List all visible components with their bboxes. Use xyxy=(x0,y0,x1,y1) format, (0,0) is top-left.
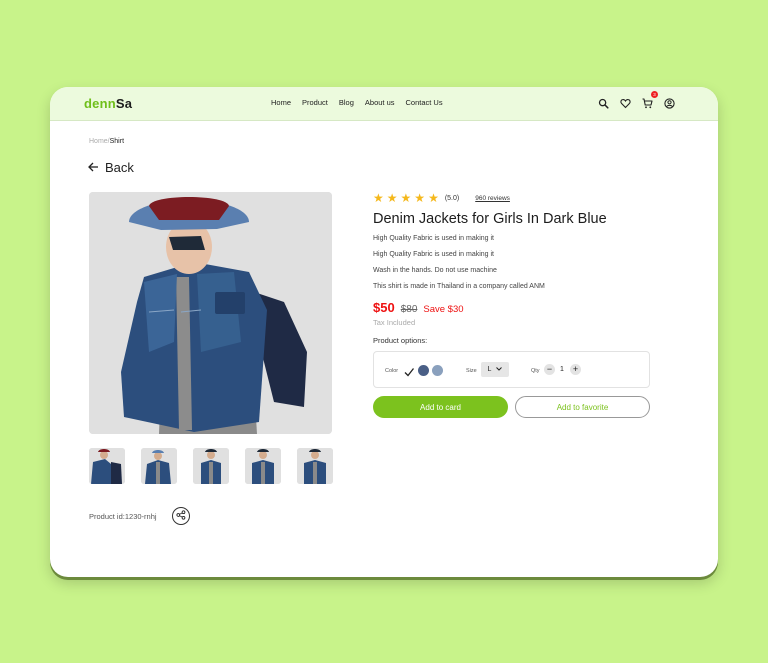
color-label: Color xyxy=(385,368,399,374)
rating-value: (5.0) xyxy=(444,194,460,202)
color-swatch-light-blue[interactable] xyxy=(432,365,443,376)
product-options-label: Product options: xyxy=(373,336,428,345)
description-line: High Quality Fabric is used in making it xyxy=(373,251,494,258)
star-icon: ★ xyxy=(386,191,398,205)
breadcrumb-home[interactable]: Home/ xyxy=(89,138,110,145)
tax-note: Tax Included xyxy=(373,318,416,327)
share-icon xyxy=(176,507,186,525)
brand-logo[interactable]: dennSa xyxy=(84,96,132,111)
breadcrumb: Home/Shirt xyxy=(89,138,124,145)
qty-increase-button[interactable]: + xyxy=(570,364,581,375)
product-id: Product id:1230-rnhj xyxy=(89,512,157,521)
nav-link-contact[interactable]: Contact Us xyxy=(406,98,443,107)
star-icon: ★ xyxy=(414,191,426,205)
qty-value: 1 xyxy=(560,366,564,373)
add-to-cart-button[interactable]: Add to card xyxy=(373,396,508,418)
chevron-down-icon xyxy=(496,366,503,373)
arrow-left-icon xyxy=(88,160,99,175)
star-icon: ★ xyxy=(373,191,384,205)
reviews-link[interactable]: 960 reviews xyxy=(475,195,510,202)
navbar: dennSa Home Product Blog About us Contac… xyxy=(50,87,718,121)
breadcrumb-current: Shirt xyxy=(109,138,125,145)
color-swatch-dark-blue[interactable] xyxy=(418,365,429,376)
product-options-box: Color Size L Qty − 1 + xyxy=(373,351,650,388)
size-select[interactable]: L xyxy=(481,362,509,377)
description-line: Wash in the hands. Do not use machine xyxy=(373,267,497,274)
description-line: High Quality Fabric is used in making it xyxy=(373,235,494,242)
user-icon[interactable] xyxy=(664,96,675,109)
nav-link-product[interactable]: Product xyxy=(302,98,328,107)
check-icon xyxy=(404,364,415,382)
product-thumbnail[interactable] xyxy=(193,448,229,484)
heart-icon[interactable] xyxy=(620,96,631,109)
back-label: Back xyxy=(105,160,134,175)
search-icon[interactable] xyxy=(598,96,609,109)
product-rating: ★ ★ ★ ★ ★ (5.0) 960 reviews xyxy=(373,192,510,204)
description-line: This shirt is made in Thailand in a comp… xyxy=(373,283,545,290)
product-thumbnail[interactable] xyxy=(141,448,177,484)
product-thumbnail[interactable] xyxy=(297,448,333,484)
size-value: L xyxy=(487,366,492,373)
product-description: High Quality Fabric is used in making it… xyxy=(373,235,545,299)
save-amount: Save $30 xyxy=(423,304,464,315)
product-title: Denim Jackets for Girls In Dark Blue xyxy=(373,211,607,227)
cart-icon[interactable]: 3 xyxy=(642,91,658,109)
back-button[interactable]: Back xyxy=(88,160,134,175)
qty-label: Qty xyxy=(531,368,540,374)
product-thumbnail[interactable] xyxy=(245,448,281,484)
nav-link-blog[interactable]: Blog xyxy=(339,98,354,107)
qty-decrease-button[interactable]: − xyxy=(544,364,555,375)
nav-links: Home Product Blog About us Contact Us xyxy=(271,98,443,107)
old-price: $80 xyxy=(400,304,418,315)
product-page-window: dennSa Home Product Blog About us Contac… xyxy=(50,87,718,577)
star-icon: ★ xyxy=(400,191,412,205)
star-rating: ★ ★ ★ ★ ★ xyxy=(373,192,439,204)
product-thumbnail[interactable] xyxy=(89,448,125,484)
logo-part-1: denn xyxy=(84,96,116,111)
nav-icons: 3 xyxy=(598,91,675,109)
logo-part-2: Sa xyxy=(115,96,133,111)
current-price: $50 xyxy=(373,300,395,315)
product-main-image xyxy=(89,192,332,434)
thumbnail-gallery xyxy=(89,448,333,484)
nav-link-about[interactable]: About us xyxy=(365,98,395,107)
cart-count-badge: 3 xyxy=(651,91,658,98)
add-to-favorite-button[interactable]: Add to favorite xyxy=(515,396,650,418)
nav-link-home[interactable]: Home xyxy=(271,98,291,107)
share-button[interactable] xyxy=(172,507,190,525)
star-icon: ★ xyxy=(428,191,439,205)
price-row: $50 $80 Save $30 xyxy=(373,300,464,315)
size-label: Size xyxy=(466,368,477,374)
